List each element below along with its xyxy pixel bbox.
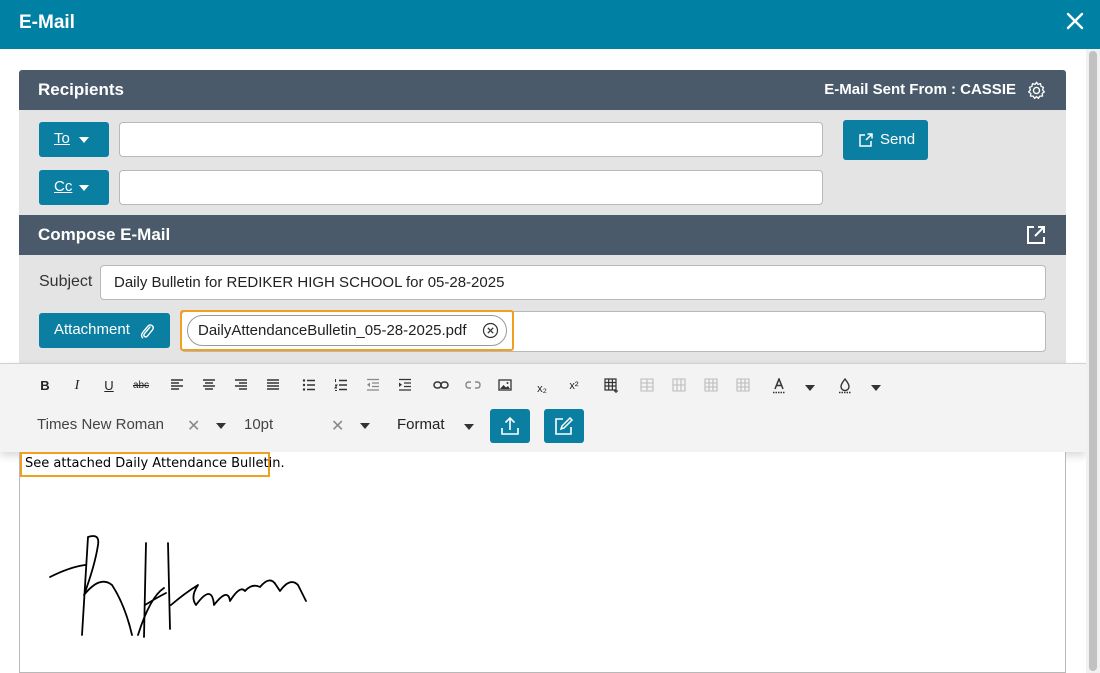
align-right-icon[interactable] bbox=[230, 375, 252, 397]
title-bar: E-Mail bbox=[0, 0, 1100, 49]
underline-button[interactable]: U bbox=[98, 375, 120, 397]
chevron-down-icon bbox=[79, 137, 89, 143]
cc-label: Cc bbox=[54, 178, 73, 195]
remove-attachment-icon[interactable] bbox=[482, 322, 499, 339]
to-dropdown-button[interactable]: To bbox=[39, 122, 109, 157]
send-button[interactable]: Send bbox=[843, 120, 928, 160]
chevron-down-icon[interactable] bbox=[216, 423, 226, 429]
unlink-icon[interactable] bbox=[462, 375, 484, 397]
scrollbar-thumb[interactable] bbox=[1089, 51, 1097, 671]
upload-button[interactable] bbox=[490, 409, 530, 443]
superscript-button[interactable]: x² bbox=[563, 375, 585, 397]
subject-label: Subject bbox=[39, 273, 93, 290]
subscript-button[interactable]: x₂ bbox=[531, 378, 553, 400]
table-delete-icon[interactable] bbox=[732, 375, 754, 397]
handwritten-signature bbox=[49, 535, 307, 638]
signature-button[interactable] bbox=[544, 409, 584, 443]
compose-title: Compose E-Mail bbox=[38, 225, 171, 244]
to-input[interactable] bbox=[119, 122, 823, 157]
recipients-header: Recipients E-Mail Sent From : CASSIE bbox=[19, 70, 1066, 110]
cc-input[interactable] bbox=[119, 170, 823, 205]
bullet-list-icon[interactable] bbox=[298, 375, 320, 397]
chevron-down-icon[interactable] bbox=[360, 423, 370, 429]
align-center-icon[interactable] bbox=[198, 375, 220, 397]
attachment-button[interactable]: Attachment bbox=[39, 313, 170, 348]
chevron-down-icon bbox=[79, 185, 89, 191]
chevron-down-icon[interactable] bbox=[464, 424, 474, 430]
scrollbar[interactable] bbox=[1086, 49, 1100, 673]
clear-font-family-icon[interactable]: ✕ bbox=[187, 416, 200, 436]
email-body-text: See attached Daily Attendance Bulletin. bbox=[20, 452, 285, 477]
subject-input[interactable]: Daily Bulletin for REDIKER HIGH SCHOOL f… bbox=[100, 265, 1046, 300]
bold-button[interactable]: B bbox=[34, 375, 56, 397]
table-insert-icon[interactable] bbox=[600, 375, 622, 397]
table-row-delete-icon[interactable] bbox=[700, 375, 722, 397]
align-justify-icon[interactable] bbox=[262, 375, 284, 397]
compose-header: Compose E-Mail bbox=[19, 215, 1066, 255]
font-color-icon[interactable] bbox=[768, 375, 790, 397]
external-link-icon[interactable] bbox=[1025, 224, 1047, 246]
indent-icon[interactable] bbox=[394, 375, 416, 397]
editor-toolbar bbox=[0, 363, 1086, 452]
clear-font-size-icon[interactable]: ✕ bbox=[331, 416, 344, 436]
chevron-down-icon[interactable] bbox=[871, 385, 881, 391]
attachment-chip: DailyAttendanceBulletin_05-28-2025.pdf bbox=[187, 315, 507, 346]
edit-icon bbox=[555, 416, 574, 435]
numbered-list-icon[interactable] bbox=[330, 375, 352, 397]
italic-button[interactable]: I bbox=[66, 375, 88, 397]
outdent-icon[interactable] bbox=[362, 375, 384, 397]
subject-value: Daily Bulletin for REDIKER HIGH SCHOOL f… bbox=[114, 274, 505, 291]
gear-icon[interactable] bbox=[1026, 80, 1047, 101]
send-label: Send bbox=[880, 131, 916, 148]
font-family-select[interactable]: Times New Roman bbox=[37, 416, 164, 433]
strikethrough-button[interactable]: abc bbox=[130, 375, 152, 397]
format-select[interactable]: Format bbox=[397, 416, 445, 433]
table-row-insert-icon[interactable] bbox=[636, 375, 658, 397]
sent-from-label: E-Mail Sent From : CASSIE bbox=[824, 81, 1016, 98]
align-left-icon[interactable] bbox=[166, 375, 188, 397]
attachment-label: Attachment bbox=[54, 321, 130, 338]
background-color-icon[interactable] bbox=[834, 375, 856, 397]
cc-dropdown-button[interactable]: Cc bbox=[39, 170, 109, 205]
font-size-select[interactable]: 10pt bbox=[244, 416, 273, 433]
image-icon[interactable] bbox=[494, 375, 516, 397]
paperclip-icon bbox=[140, 324, 154, 339]
link-icon[interactable] bbox=[430, 375, 452, 397]
upload-icon bbox=[501, 416, 519, 435]
chevron-down-icon[interactable] bbox=[805, 385, 815, 391]
attachment-filename: DailyAttendanceBulletin_05-28-2025.pdf bbox=[198, 322, 467, 339]
table-column-insert-icon[interactable] bbox=[668, 375, 690, 397]
to-label: To bbox=[54, 130, 70, 147]
close-icon[interactable] bbox=[1064, 10, 1086, 32]
window-title: E-Mail bbox=[19, 12, 75, 33]
recipients-title: Recipients bbox=[38, 80, 124, 99]
send-icon bbox=[859, 133, 873, 147]
